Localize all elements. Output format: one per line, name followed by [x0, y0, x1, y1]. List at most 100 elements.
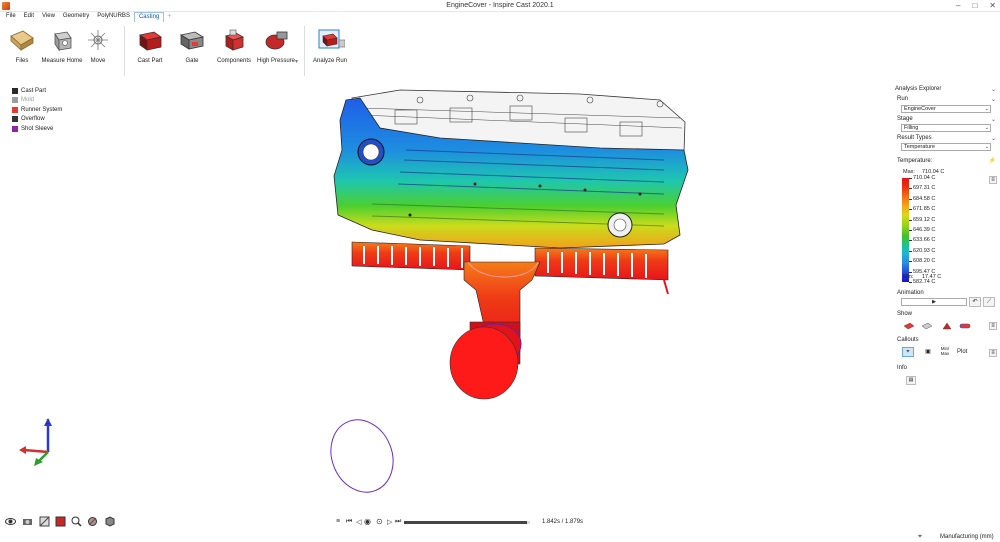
minimize-button[interactable]: – [956, 1, 960, 10]
show-runner-icon[interactable] [941, 321, 953, 331]
components-button[interactable]: Components [212, 28, 256, 65]
timeline-progress [404, 520, 528, 524]
run-label: Run [897, 96, 909, 102]
view-camera-icon[interactable] [22, 516, 33, 527]
view-zoom-icon[interactable] [71, 516, 82, 527]
show-label: Show [897, 311, 913, 317]
run-select[interactable]: EngineCover ⌄ [901, 105, 991, 113]
view-cube-icon[interactable] [104, 516, 115, 527]
step-forward-icon[interactable]: ▷ [387, 518, 392, 526]
scale-tick [909, 271, 912, 273]
cast-part-icon [139, 31, 162, 51]
analyze-run-label: Analyze Run [312, 58, 348, 64]
menu-polynurbs[interactable]: PolyNURBS [93, 12, 134, 22]
plot-button[interactable]: Plot [957, 349, 967, 355]
scale-value-label: 646.39 C [913, 227, 936, 233]
stop-icon[interactable]: ◉ [364, 517, 371, 526]
units-selector[interactable]: Manufacturing (mm) [940, 534, 994, 540]
high-pressure-button[interactable]: High Pressure [254, 28, 298, 65]
playback-menu-icon[interactable]: ≡ [336, 518, 340, 525]
scale-tick [909, 178, 912, 179]
view-eye-icon[interactable] [5, 516, 16, 527]
view-render-icon[interactable] [87, 516, 98, 527]
animation-rewind-icon[interactable]: ↶ [969, 297, 981, 307]
stage-collapse-icon[interactable]: ⌄ [991, 116, 996, 123]
collapse-icon[interactable]: ⌄ [991, 86, 996, 93]
pin-icon[interactable]: ⚡ [989, 157, 996, 164]
engine-cover-model[interactable] [333, 89, 689, 400]
scale-tick [909, 240, 912, 242]
menu-geometry[interactable]: Geometry [59, 12, 93, 22]
playback-time: 1.842s / 1.879s [542, 519, 584, 525]
scale-value-label: 620.93 C [913, 247, 936, 254]
high-pressure-label: High Pressure [256, 58, 295, 64]
show-cast-part-icon[interactable] [903, 321, 915, 331]
result-type-select[interactable]: Temperature ⌄ [901, 143, 991, 151]
skip-end-icon[interactable]: ⏭ [395, 518, 401, 526]
window-title: EngineCover - Inspire Cast 2020.1 [446, 2, 554, 9]
step-back-icon[interactable]: ◁ [356, 518, 361, 526]
min-value: 17.47 C [922, 274, 942, 280]
animation-play-button[interactable]: ▶ [901, 298, 967, 306]
files-icon [10, 30, 34, 51]
ribbon: Files Measure Home Move Cast Part Gate C… [0, 22, 1000, 80]
cast-part-button[interactable]: Cast Part [128, 28, 172, 65]
show-shot-sleeve-icon[interactable] [959, 321, 971, 331]
play-icon[interactable]: ⊙ [376, 517, 383, 526]
callout-probe-icon[interactable]: ⌖ [902, 347, 914, 357]
temperature-color-scale[interactable] [902, 178, 909, 282]
model-viewport[interactable]: Z [0, 80, 890, 500]
callout-box-icon[interactable]: ▣ [922, 347, 934, 357]
scale-tick [909, 282, 912, 283]
add-ribbon-icon[interactable]: + [164, 12, 174, 22]
shot-sleeve-outline [330, 419, 394, 493]
scale-value-label: 710.04 C [913, 175, 936, 181]
show-mold-icon[interactable] [921, 321, 933, 331]
maximize-button[interactable]: □ [972, 1, 977, 10]
move-button[interactable]: Move [76, 28, 120, 65]
ribbon-separator [304, 26, 305, 76]
high-pressure-icon [265, 31, 288, 50]
analyze-run-button[interactable]: Analyze Run [308, 28, 352, 65]
scale-menu-icon[interactable]: ≡ [989, 176, 997, 184]
result-collapse-icon[interactable]: ⌄ [991, 135, 996, 142]
scale-value-label: 671.85 C [913, 206, 936, 213]
close-button[interactable]: ✕ [989, 1, 996, 10]
stage-label: Stage [897, 116, 913, 122]
scale-value-label: 659.12 C [913, 216, 936, 223]
menu-file[interactable]: File [2, 12, 20, 22]
minmax-button[interactable]: Min/ Max [938, 346, 952, 356]
view-section-icon[interactable] [39, 516, 50, 527]
menu-view[interactable]: View [38, 12, 59, 22]
svg-text:Z: Z [46, 420, 50, 426]
show-menu-icon[interactable]: ≡ [989, 322, 997, 330]
units-crosshair-icon[interactable]: ⌖ [918, 533, 922, 541]
axis-triad-icon[interactable]: Z [19, 418, 52, 466]
view-color-icon[interactable] [55, 516, 66, 527]
files-button[interactable]: Files [0, 28, 44, 65]
ribbon-separator [124, 26, 125, 76]
gate-button[interactable]: Gate [170, 28, 214, 65]
move-label: Move [90, 58, 106, 64]
measure-icon [54, 31, 72, 52]
run-collapse-icon[interactable]: ⌄ [991, 96, 996, 103]
animation-settings-icon[interactable]: ⟋ [983, 297, 995, 307]
high-pressure-dropdown-icon[interactable]: ▾ [295, 58, 298, 65]
result-type-value: Temperature [904, 144, 935, 150]
callouts-menu-icon[interactable]: ≡ [989, 349, 997, 357]
menu-casting[interactable]: Casting [133, 12, 165, 22]
menu-bar: File Edit View Geometry PolyNURBS Castin… [0, 12, 1000, 22]
scale-tick [909, 198, 912, 200]
menu-edit[interactable]: Edit [20, 12, 38, 22]
stage-value: Filling [904, 125, 919, 131]
components-label: Components [216, 58, 252, 64]
chevron-down-icon: ⌄ [984, 144, 989, 150]
skip-start-icon[interactable]: ⏮ [346, 518, 352, 526]
info-label: Info [897, 365, 908, 371]
scale-value-label: 697.31 C [913, 185, 936, 192]
stage-select[interactable]: Filling ⌄ [901, 124, 991, 132]
info-icon[interactable]: ▤ [906, 376, 916, 385]
gate-icon [179, 31, 205, 50]
playback-timeline[interactable] [404, 520, 530, 524]
window-controls: – □ ✕ [956, 1, 996, 10]
